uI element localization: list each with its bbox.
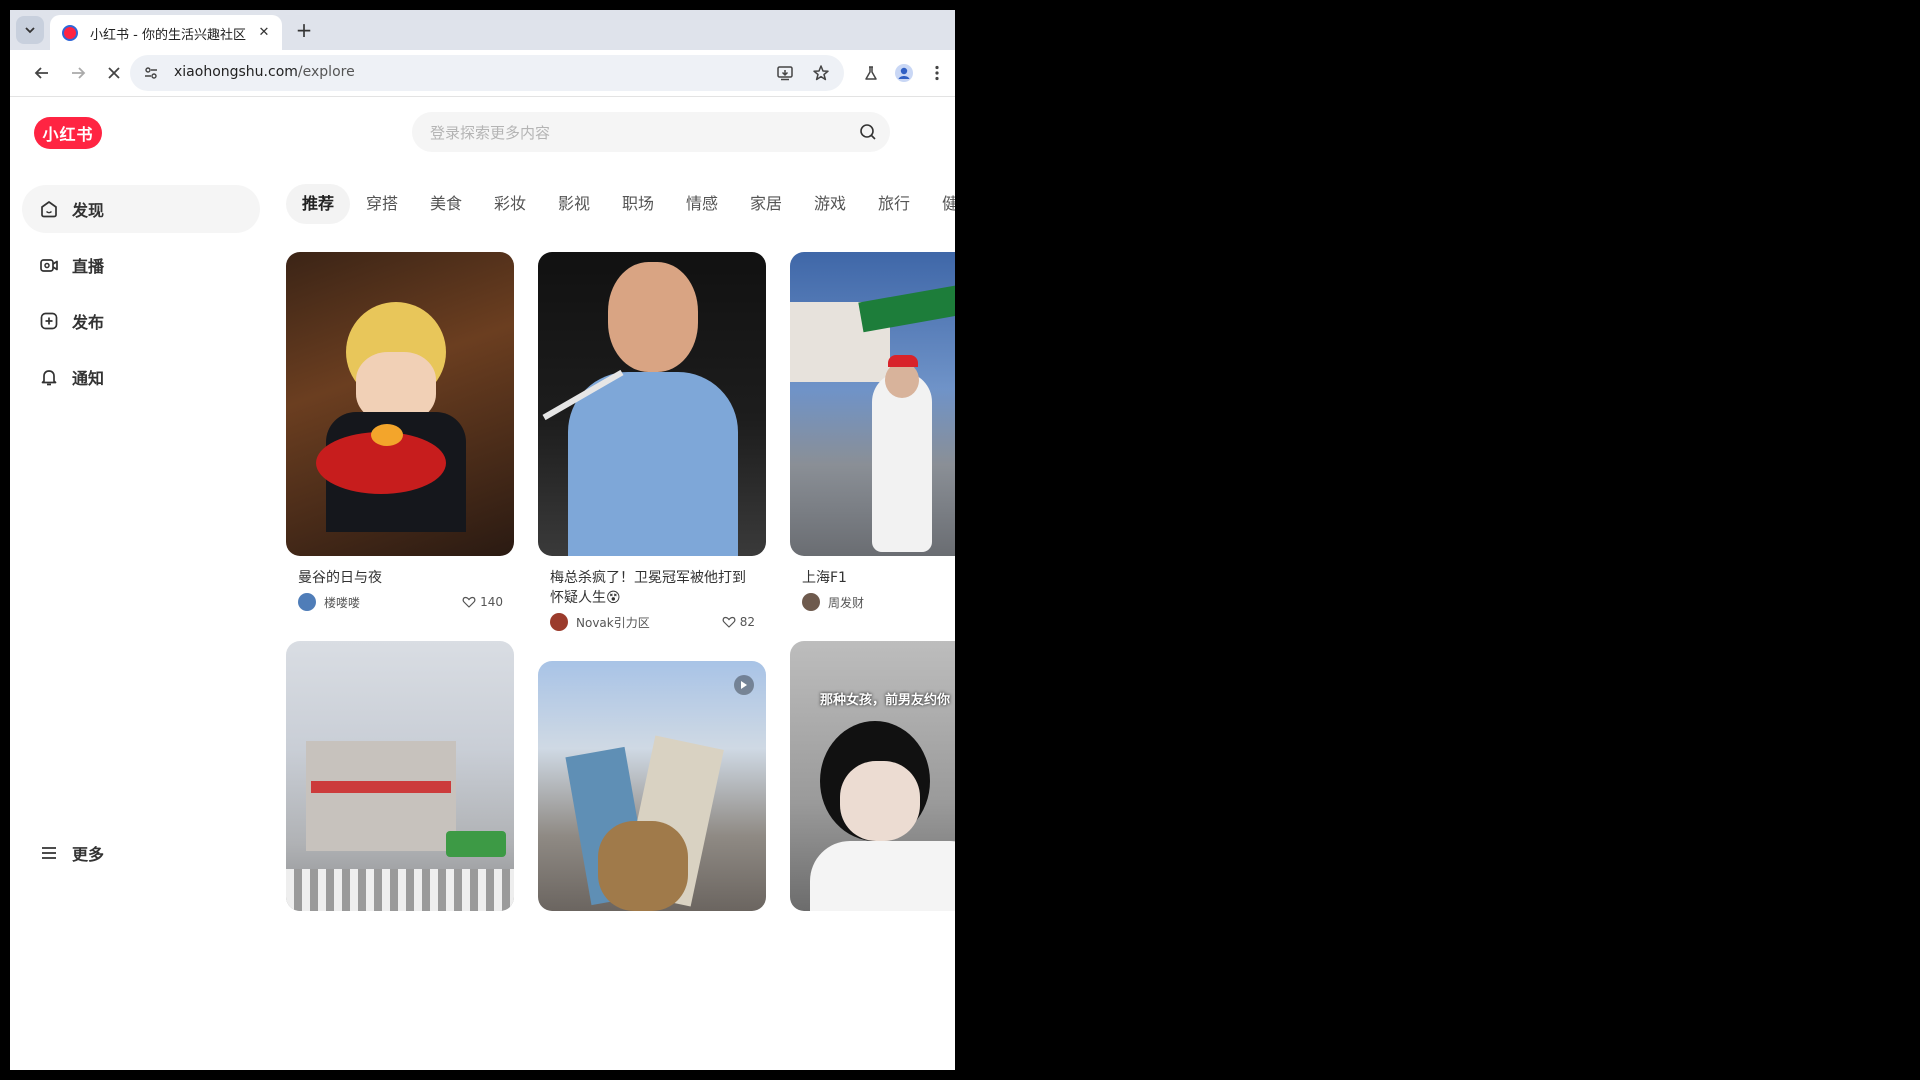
profile-avatar-icon bbox=[895, 64, 913, 82]
note-author-row: Novak引力区 82 bbox=[550, 612, 755, 632]
site-logo[interactable]: 小红书 bbox=[34, 117, 102, 149]
note-title[interactable]: 梅总杀疯了！卫冕冠军被他打到怀疑人生😵 bbox=[550, 568, 755, 608]
kebab-menu-icon bbox=[935, 65, 939, 81]
note-author-row: 周发财 bbox=[802, 592, 955, 612]
search-bar bbox=[412, 112, 890, 154]
sidebar-item-discover[interactable]: 发现 bbox=[22, 185, 260, 233]
search-icon[interactable] bbox=[858, 122, 878, 142]
install-app-icon[interactable] bbox=[776, 64, 794, 82]
labs-button[interactable] bbox=[857, 59, 885, 87]
note-title[interactable]: 曼谷的日与夜 bbox=[298, 568, 503, 588]
like-count: 82 bbox=[739, 615, 755, 629]
address-bar[interactable]: xiaohongshu.com/explore bbox=[130, 55, 844, 91]
bookmark-star-icon[interactable] bbox=[812, 64, 830, 82]
tab-emotion[interactable]: 情感 bbox=[670, 184, 734, 224]
profile-button[interactable] bbox=[890, 59, 918, 87]
live-icon bbox=[38, 254, 60, 276]
tab-home[interactable]: 家居 bbox=[734, 184, 798, 224]
url-host: xiaohongshu.com bbox=[174, 64, 298, 80]
tab-title: 小红书 - 你的生活兴趣社区 bbox=[90, 28, 246, 43]
like-button[interactable]: 82 bbox=[722, 615, 755, 629]
search-input[interactable] bbox=[428, 112, 832, 154]
url-path: /explore bbox=[297, 64, 355, 80]
tab-fitness[interactable]: 健 bbox=[926, 184, 955, 224]
sidebar-item-label: 直播 bbox=[72, 257, 105, 276]
note-cover-image[interactable] bbox=[538, 252, 766, 556]
browser-window: 小红书 - 你的生活兴趣社区 ✕ + xiaohongshu.com/explo… bbox=[10, 10, 955, 1070]
note-cover-image[interactable]: 那种女孩，前男友约你 bbox=[790, 641, 955, 911]
menu-icon bbox=[38, 842, 60, 864]
tab-travel[interactable]: 旅行 bbox=[862, 184, 926, 224]
forward-button[interactable] bbox=[64, 59, 92, 87]
note-author[interactable]: 楼喽喽 bbox=[324, 594, 462, 611]
note-card[interactable]: 上海F1 周发财 bbox=[790, 252, 955, 632]
tab-food[interactable]: 美食 bbox=[414, 184, 478, 224]
tab-recommend[interactable]: 推荐 bbox=[286, 184, 350, 224]
new-tab-button[interactable]: + bbox=[291, 17, 317, 43]
like-count: 140 bbox=[480, 595, 503, 609]
arrow-left-icon bbox=[34, 67, 48, 79]
avatar[interactable] bbox=[550, 613, 568, 631]
tab-movies[interactable]: 影视 bbox=[542, 184, 606, 224]
tab-search-button[interactable] bbox=[16, 16, 44, 44]
note-title[interactable]: 上海F1 bbox=[802, 568, 955, 588]
cover-overlay-text: 那种女孩，前男友约你 bbox=[820, 693, 951, 708]
arrow-right-icon bbox=[72, 67, 86, 79]
back-button[interactable] bbox=[28, 59, 56, 87]
xiaohongshu-page: 小红书 发现 直播 发布 bbox=[10, 97, 955, 1070]
note-card[interactable] bbox=[538, 661, 766, 911]
xiaohongshu-favicon-icon bbox=[62, 25, 78, 41]
note-card[interactable] bbox=[286, 641, 514, 911]
note-author[interactable]: Novak引力区 bbox=[576, 614, 722, 631]
heart-icon bbox=[722, 615, 736, 629]
channel-tabs: 推荐 穿搭 美食 彩妆 影视 职场 情感 家居 游戏 旅行 健 bbox=[286, 184, 955, 224]
flask-icon bbox=[865, 66, 877, 80]
more-label: 更多 bbox=[72, 845, 105, 864]
bell-icon bbox=[38, 366, 60, 388]
menu-button[interactable] bbox=[923, 59, 951, 87]
note-card[interactable]: 梅总杀疯了！卫冕冠军被他打到怀疑人生😵 Novak引力区 82 bbox=[538, 252, 766, 652]
note-cover-image[interactable] bbox=[790, 252, 955, 556]
active-tab[interactable]: 小红书 - 你的生活兴趣社区 ✕ bbox=[50, 15, 282, 50]
note-author-row: 楼喽喽 140 bbox=[298, 592, 503, 612]
sidebar-item-label: 通知 bbox=[72, 369, 105, 388]
tab-outfit[interactable]: 穿搭 bbox=[350, 184, 414, 224]
tab-career[interactable]: 职场 bbox=[606, 184, 670, 224]
note-cover-image[interactable] bbox=[538, 661, 766, 911]
note-cover-image[interactable] bbox=[286, 641, 514, 911]
tab-games[interactable]: 游戏 bbox=[798, 184, 862, 224]
note-card[interactable]: 那种女孩，前男友约你 bbox=[790, 641, 955, 911]
url-text[interactable]: xiaohongshu.com/explore bbox=[174, 64, 355, 80]
sidebar-item-notifications[interactable]: 通知 bbox=[22, 353, 260, 401]
avatar[interactable] bbox=[802, 593, 820, 611]
note-author[interactable]: 周发财 bbox=[828, 594, 955, 611]
browser-toolbar: xiaohongshu.com/explore bbox=[10, 50, 955, 97]
sidebar-item-label: 发现 bbox=[72, 201, 105, 220]
note-cover-image[interactable] bbox=[286, 252, 514, 556]
add-icon bbox=[38, 310, 60, 332]
sidebar-item-live[interactable]: 直播 bbox=[22, 241, 260, 289]
home-icon bbox=[38, 198, 60, 220]
note-card[interactable]: 曼谷的日与夜 楼喽喽 140 bbox=[286, 252, 514, 632]
avatar[interactable] bbox=[298, 593, 316, 611]
close-icon bbox=[108, 67, 120, 79]
chevron-down-icon bbox=[25, 27, 35, 34]
like-button[interactable]: 140 bbox=[462, 595, 503, 609]
heart-icon bbox=[462, 595, 476, 609]
site-info-icon[interactable] bbox=[142, 64, 160, 82]
video-play-icon bbox=[734, 675, 754, 695]
sidebar-item-label: 发布 bbox=[72, 313, 105, 332]
sidebar-item-publish[interactable]: 发布 bbox=[22, 297, 260, 345]
tab-makeup[interactable]: 彩妆 bbox=[478, 184, 542, 224]
stop-loading-button[interactable] bbox=[100, 59, 128, 87]
tab-strip: 小红书 - 你的生活兴趣社区 ✕ + bbox=[10, 10, 955, 50]
sidebar-more[interactable]: 更多 bbox=[22, 829, 260, 877]
close-icon[interactable]: ✕ bbox=[254, 22, 274, 42]
